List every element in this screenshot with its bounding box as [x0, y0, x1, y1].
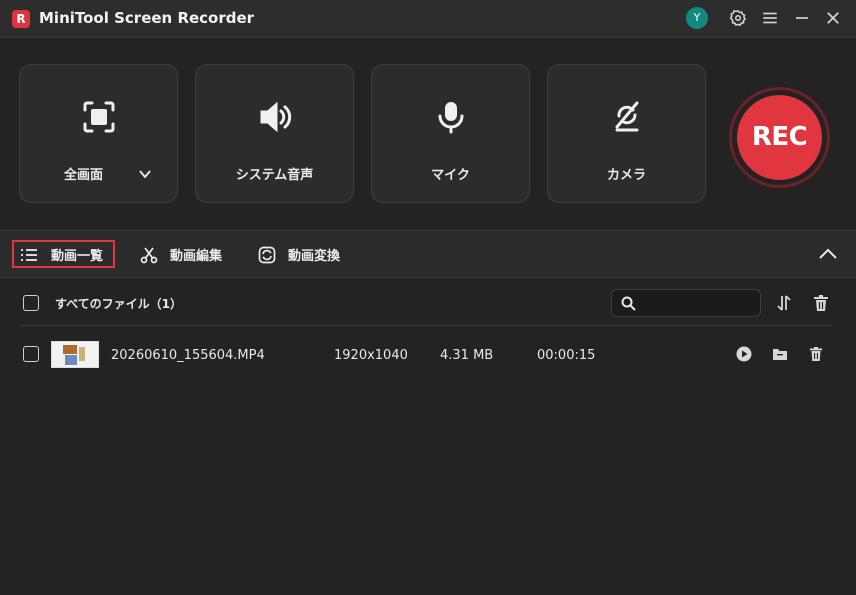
user-avatar[interactable]: Y: [686, 7, 708, 29]
tab-bar: 動画一覧 動画編集 動画変換: [0, 230, 856, 278]
file-size: 4.31 MB: [440, 348, 494, 363]
app-title: MiniTool Screen Recorder: [39, 9, 255, 27]
fullscreen-icon: [81, 99, 117, 135]
select-all-checkbox[interactable]: [23, 295, 39, 311]
convert-icon: [258, 246, 276, 264]
file-duration: 00:00:15: [537, 348, 596, 363]
tab-video-list[interactable]: 動画一覧: [12, 240, 115, 268]
rec-button[interactable]: REC: [737, 95, 822, 180]
tab-video-edit[interactable]: 動画編集: [132, 240, 242, 268]
speaker-icon: [257, 99, 293, 135]
app-logo: R: [12, 10, 30, 28]
video-thumbnail: [51, 341, 99, 368]
system-audio-source-card[interactable]: システム音声: [195, 64, 354, 203]
sort-icon[interactable]: [775, 294, 793, 312]
delete-all-icon[interactable]: [812, 294, 830, 312]
collapse-chevron-up-icon[interactable]: [818, 245, 838, 263]
row-checkbox[interactable]: [23, 346, 39, 362]
camera-off-icon: [609, 99, 645, 135]
tab-video-convert-label: 動画変換: [288, 249, 341, 264]
tab-video-edit-label: 動画編集: [170, 249, 223, 264]
file-resolution: 1920x1040: [334, 348, 408, 363]
tab-video-list-label: 動画一覧: [51, 249, 104, 264]
close-icon[interactable]: [824, 9, 842, 27]
list-divider: [20, 325, 832, 326]
title-bar: R MiniTool Screen Recorder Y: [0, 0, 856, 38]
folder-icon[interactable]: [772, 346, 788, 362]
search-input[interactable]: [642, 293, 754, 313]
menu-icon[interactable]: [761, 9, 779, 27]
list-icon: [20, 246, 38, 264]
camera-source-card[interactable]: カメラ: [547, 64, 706, 203]
microphone-icon: [433, 99, 469, 135]
file-name: 20260610_155604.MP4: [111, 348, 265, 363]
fullscreen-source-card[interactable]: 全画面: [19, 64, 178, 203]
scissors-icon: [140, 246, 158, 264]
settings-icon[interactable]: [729, 9, 747, 27]
microphone-label: マイク: [431, 168, 470, 183]
search-box[interactable]: [611, 289, 761, 317]
minimize-icon[interactable]: [793, 9, 811, 27]
search-icon: [621, 296, 636, 311]
table-row[interactable]: 20260610_155604.MP4 1920x1040 4.31 MB 00…: [0, 336, 856, 374]
camera-label: カメラ: [606, 168, 646, 183]
all-files-label: すべてのファイル（1）: [55, 297, 183, 311]
microphone-source-card[interactable]: マイク: [371, 64, 530, 203]
chevron-down-icon[interactable]: [138, 166, 152, 180]
system-audio-label: システム音声: [235, 168, 314, 183]
play-icon[interactable]: [736, 346, 752, 362]
tab-video-convert[interactable]: 動画変換: [250, 240, 360, 268]
delete-icon[interactable]: [808, 346, 824, 362]
